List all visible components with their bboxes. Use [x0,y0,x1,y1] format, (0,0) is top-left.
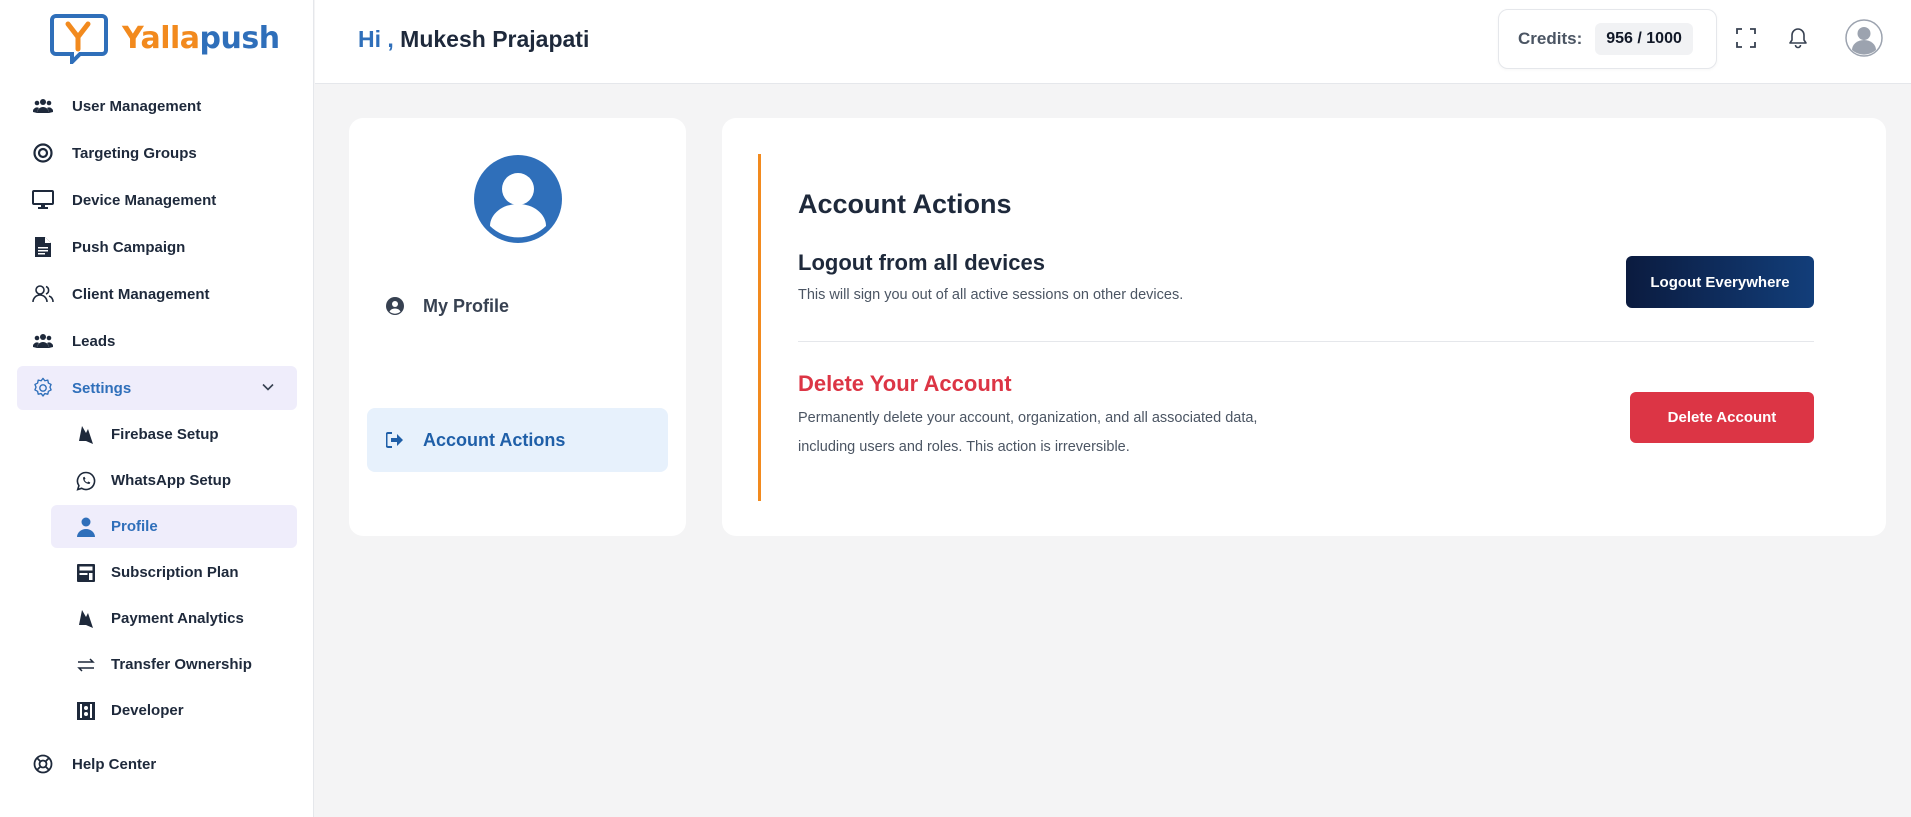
tab-label: My Profile [423,295,510,316]
sidebar-item-device-management[interactable]: Device Management [17,178,297,222]
users-icon [32,330,54,352]
section-title: Account Actions [798,189,1012,219]
user-circle-icon [385,296,405,316]
sidebar-item-firebase-setup[interactable]: Firebase Setup [51,413,297,456]
sidebar-item-label: WhatsApp Setup [111,472,231,489]
sidebar-item-transfer-ownership[interactable]: Transfer Ownership [51,643,297,686]
person-icon [75,516,97,538]
firebase-icon [75,424,97,446]
greeting-hi: Hi , [358,26,394,52]
logout-description: This will sign you out of all active ses… [798,287,1184,303]
sidebar-item-label: Client Management [72,285,210,303]
chevron-down-icon [261,380,275,399]
bell-icon[interactable] [1784,24,1812,52]
sidebar-item-label: Push Campaign [72,238,186,256]
subscription-icon [75,562,97,584]
delete-account-button[interactable]: Delete Account [1630,392,1814,443]
delete-description-line2: including users and roles. This action i… [798,439,1130,455]
top-header: Hi , Mukesh Prajapati Credits: 956 / 100… [315,0,1911,84]
sidebar-item-label: Transfer Ownership [111,656,252,673]
sidebar-item-push-campaign[interactable]: Push Campaign [17,225,297,269]
whatsapp-icon [75,470,97,492]
user-group-outline-icon [32,283,54,305]
sign-out-icon [385,430,405,450]
lifebuoy-icon [32,753,54,775]
gear-icon [32,377,54,399]
delete-description-line1: Permanently delete your account, organiz… [798,410,1258,426]
logout-everywhere-button[interactable]: Logout Everywhere [1626,256,1814,308]
sidebar-item-label: Device Management [72,191,217,209]
sidebar-nav: User Management Targeting Groups Device … [17,84,297,735]
sidebar-item-label: Subscription Plan [111,564,239,581]
logo-text-part2: push [199,20,281,56]
credits-value: 956 / 1000 [1595,23,1693,55]
credits-widget: Credits: 956 / 1000 [1498,9,1717,69]
monitor-icon [32,189,54,211]
sidebar-item-leads[interactable]: Leads [17,319,297,363]
tab-account-actions[interactable]: Account Actions [367,408,668,472]
sidebar-item-developer[interactable]: Developer [51,689,297,732]
delete-description: Permanently delete your account, organiz… [798,404,1318,462]
delete-title: Delete Your Account [798,371,1012,396]
sidebar-item-whatsapp-setup[interactable]: WhatsApp Setup [51,459,297,502]
sidebar-item-settings[interactable]: Settings [17,366,297,410]
sidebar-item-subscription-plan[interactable]: Subscription Plan [51,551,297,594]
user-name: Mukesh Prajapati [400,26,590,52]
sidebar-item-label: Profile [111,518,158,535]
sidebar-item-label: Firebase Setup [111,426,219,443]
logout-title: Logout from all devices [798,250,1045,275]
sidebar-item-help-center[interactable]: Help Center [17,742,297,786]
target-icon [32,142,54,164]
profile-avatar [474,155,562,243]
greeting: Hi , Mukesh Prajapati [358,26,589,53]
tab-label: Account Actions [423,429,566,450]
sidebar-item-client-management[interactable]: Client Management [17,272,297,316]
logo-text-part1: Yalla [122,20,200,56]
accent-bar [758,154,761,501]
sidebar-item-user-management[interactable]: User Management [17,84,297,128]
transfer-icon [75,654,97,676]
firebase-icon [75,608,97,630]
sidebar-item-profile[interactable]: Profile [51,505,297,548]
profile-nav-card: My Profile Account Actions [349,118,686,536]
developer-icon [75,700,97,722]
sidebar-item-payment-analytics[interactable]: Payment Analytics [51,597,297,640]
logo-text: Yallapush [122,21,280,56]
divider [798,341,1814,342]
logo-icon [50,14,108,64]
avatar[interactable] [1844,18,1884,58]
users-icon [32,95,54,117]
sidebar-item-label: Help Center [72,755,157,773]
sidebar-item-label: Leads [72,332,116,350]
tab-my-profile[interactable]: My Profile [367,274,668,338]
app-logo[interactable]: Yallapush [50,12,280,64]
sidebar: Yallapush User Management Targeting Grou… [0,0,314,817]
help-center-wrapper: Help Center [17,742,297,789]
document-icon [32,236,54,258]
sidebar-item-targeting-groups[interactable]: Targeting Groups [17,131,297,175]
sidebar-item-label: Payment Analytics [111,610,244,627]
sidebar-item-label: Developer [111,702,184,719]
sidebar-item-label: User Management [72,97,202,115]
settings-submenu: Firebase Setup WhatsApp Setup Profile Su… [51,413,297,732]
sidebar-item-label: Settings [72,379,132,397]
sidebar-item-label: Targeting Groups [72,144,197,162]
account-actions-card: Account Actions Logout from all devices … [722,118,1886,536]
fullscreen-icon[interactable] [1732,24,1760,52]
credits-label: Credits: [1518,29,1583,48]
